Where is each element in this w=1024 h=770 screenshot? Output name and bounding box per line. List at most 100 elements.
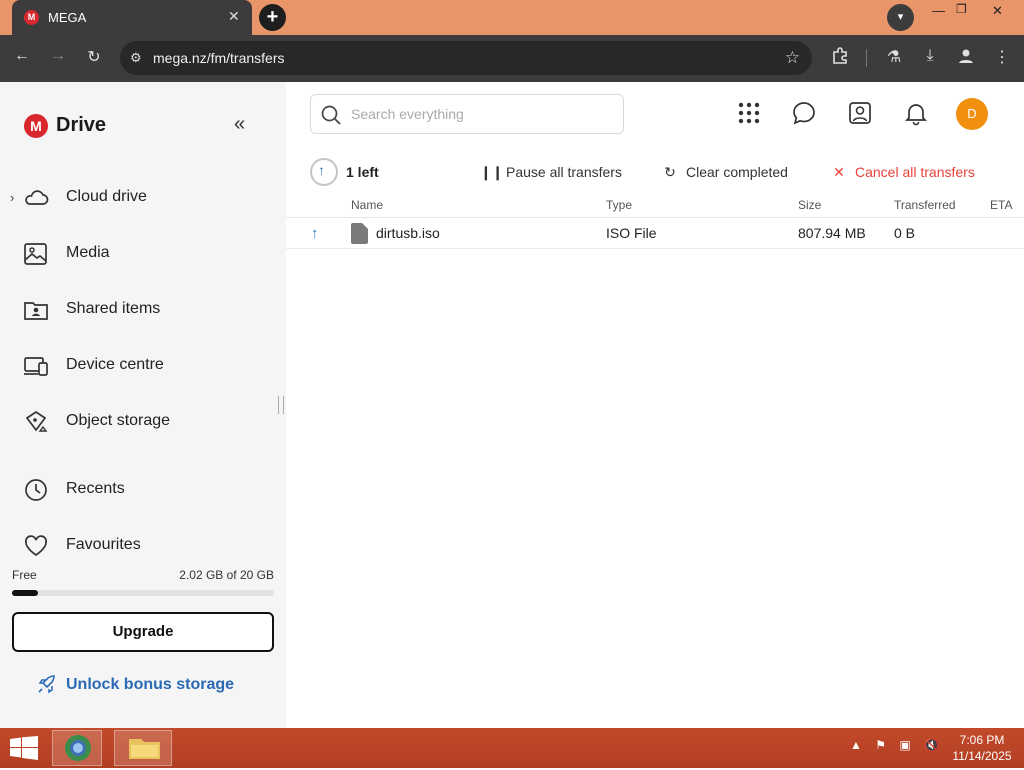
storage-free-label: Free: [12, 568, 37, 582]
column-header-size[interactable]: Size: [798, 198, 821, 212]
chevron-right-icon[interactable]: ›: [10, 190, 14, 205]
tab-search-button[interactable]: ▾: [887, 4, 914, 31]
window-close-button[interactable]: ✕: [992, 3, 1003, 19]
site-info-icon[interactable]: ⚙: [130, 50, 142, 66]
column-header-name[interactable]: Name: [351, 198, 383, 212]
bucket-icon: [22, 408, 50, 436]
heart-icon: [22, 532, 50, 560]
devices-icon: [22, 352, 50, 380]
storage-used-text: 2.02 GB of 20 GB: [179, 568, 274, 582]
extensions-icon[interactable]: [829, 47, 851, 70]
bonus-label: Unlock bonus storage: [66, 676, 235, 693]
upgrade-button[interactable]: Upgrade: [12, 612, 274, 652]
browser-toolbar: ← → ↻ ⚙ mega.nz/fm/transfers ☆ ⚗ ⤓ ⋮: [0, 35, 1024, 82]
file-name: dirtusb.iso: [376, 225, 440, 241]
refresh-icon: ↻: [664, 164, 676, 180]
column-header-transferred[interactable]: Transferred: [894, 198, 956, 212]
pause-label: Pause all transfers: [506, 164, 622, 180]
url-text: mega.nz/fm/transfers: [153, 50, 285, 66]
sidebar-item-label: Media: [66, 244, 110, 261]
pause-all-transfers-button[interactable]: ❙❙ Pause all transfers: [480, 164, 622, 181]
reload-icon[interactable]: ↻: [83, 47, 105, 67]
address-bar[interactable]: ⚙ mega.nz/fm/transfers ☆: [120, 41, 812, 75]
sidebar-item-device-centre[interactable]: Device centre: [22, 348, 272, 384]
sidebar-item-label: Recents: [66, 480, 125, 497]
downloads-icon[interactable]: ⤓: [919, 47, 941, 65]
action-center-flag-icon[interactable]: ⚑: [875, 738, 886, 752]
mega-favicon-icon: M: [24, 10, 39, 25]
notifications-bell-icon[interactable]: [903, 100, 929, 126]
restore-button[interactable]: ❐: [956, 2, 967, 16]
transfers-left-count: 1 left: [346, 164, 379, 180]
cloud-icon: [22, 184, 50, 212]
user-avatar[interactable]: D: [956, 98, 988, 130]
column-header-eta[interactable]: ETA: [990, 198, 1012, 212]
network-icon[interactable]: ▣: [899, 738, 910, 752]
apps-grid-icon[interactable]: [736, 100, 762, 126]
sidebar-resize-handle[interactable]: [278, 396, 284, 414]
brand-title: Drive: [56, 114, 107, 136]
search-box[interactable]: [310, 94, 624, 134]
bookmark-star-icon[interactable]: ☆: [785, 48, 800, 68]
sidebar-item-label: Shared items: [66, 300, 161, 317]
mega-logo[interactable]: M: [24, 114, 48, 138]
sidebar-item-recents[interactable]: Recents: [22, 472, 272, 508]
toolbar-divider: [866, 49, 867, 67]
storage-progress-bar: [12, 590, 274, 596]
minimize-button[interactable]: —: [932, 3, 945, 18]
labs-flask-icon[interactable]: ⚗: [883, 47, 905, 67]
taskbar-file-explorer-app[interactable]: [114, 730, 172, 766]
tab-title: MEGA: [48, 10, 87, 25]
back-icon[interactable]: ←: [11, 47, 33, 65]
upload-arrow-icon: ↑: [318, 162, 325, 178]
upload-arrow-icon: ↑: [311, 225, 319, 242]
clock-date: 11/14/2025: [952, 749, 1012, 763]
image-icon: [22, 240, 50, 268]
clock-time: 7:06 PM: [959, 733, 1005, 747]
file-transferred: 0 B: [894, 225, 916, 241]
sidebar-item-label: Device centre: [66, 356, 164, 373]
close-icon: ✕: [833, 164, 845, 180]
pause-icon: ❙❙: [480, 164, 504, 180]
clock-icon: [22, 476, 50, 504]
new-tab-button[interactable]: +: [259, 4, 286, 31]
sidebar-item-label: Favourites: [66, 536, 141, 553]
sidebar-item-label: Cloud drive: [66, 188, 147, 205]
shared-folder-icon: [22, 296, 50, 324]
file-icon: [350, 223, 369, 244]
sidebar-item-shared-items[interactable]: Shared items: [22, 292, 272, 328]
menu-kebab-icon[interactable]: ⋮: [991, 47, 1013, 67]
cancel-label: Cancel all transfers: [855, 164, 975, 180]
browser-tab[interactable]: M MEGA ✕: [12, 0, 252, 35]
tab-close-icon[interactable]: ✕: [228, 8, 240, 25]
clear-completed-button[interactable]: ↻ Clear completed: [660, 164, 788, 181]
tray-chevron-up-icon[interactable]: ▲: [850, 738, 862, 752]
chat-icon[interactable]: [791, 100, 817, 126]
clear-label: Clear completed: [686, 164, 788, 180]
system-tray: ▲ ⚑ ▣ 🔇: [850, 738, 939, 752]
search-icon: [319, 103, 343, 132]
column-header-type[interactable]: Type: [606, 198, 632, 212]
forward-icon[interactable]: →: [47, 47, 69, 65]
file-size: 807.94 MB: [798, 225, 866, 241]
cancel-all-transfers-button[interactable]: ✕ Cancel all transfers: [829, 164, 975, 181]
table-row[interactable]: ↑ dirtusb.iso ISO File 807.94 MB 0 B: [286, 218, 1024, 249]
unlock-bonus-storage-link[interactable]: Unlock bonus storage: [36, 674, 234, 701]
transfers-table-header: Name Type Size Transferred ETA: [286, 196, 1024, 218]
volume-muted-icon[interactable]: 🔇: [924, 738, 939, 752]
windows-start-icon[interactable]: [10, 736, 38, 765]
storage-progress-fill: [12, 590, 39, 596]
sidebar-item-media[interactable]: Media: [22, 236, 272, 272]
taskbar-clock[interactable]: 7:06 PM 11/14/2025: [950, 732, 1014, 764]
sidebar-item-object-storage[interactable]: Object storage: [22, 404, 272, 440]
collapse-sidebar-icon[interactable]: «: [234, 113, 245, 136]
sidebar-item-cloud-drive[interactable]: Cloud drive: [22, 180, 272, 216]
taskbar-browser-app[interactable]: [52, 730, 102, 766]
search-input[interactable]: [351, 104, 611, 124]
rocket-icon: [36, 675, 58, 700]
file-type: ISO File: [606, 225, 657, 241]
profile-icon[interactable]: [955, 47, 977, 70]
sidebar-item-favourites[interactable]: Favourites: [22, 528, 272, 564]
windows-taskbar: ▲ ⚑ ▣ 🔇 7:06 PM 11/14/2025: [0, 728, 1024, 768]
contacts-icon[interactable]: [847, 100, 873, 126]
